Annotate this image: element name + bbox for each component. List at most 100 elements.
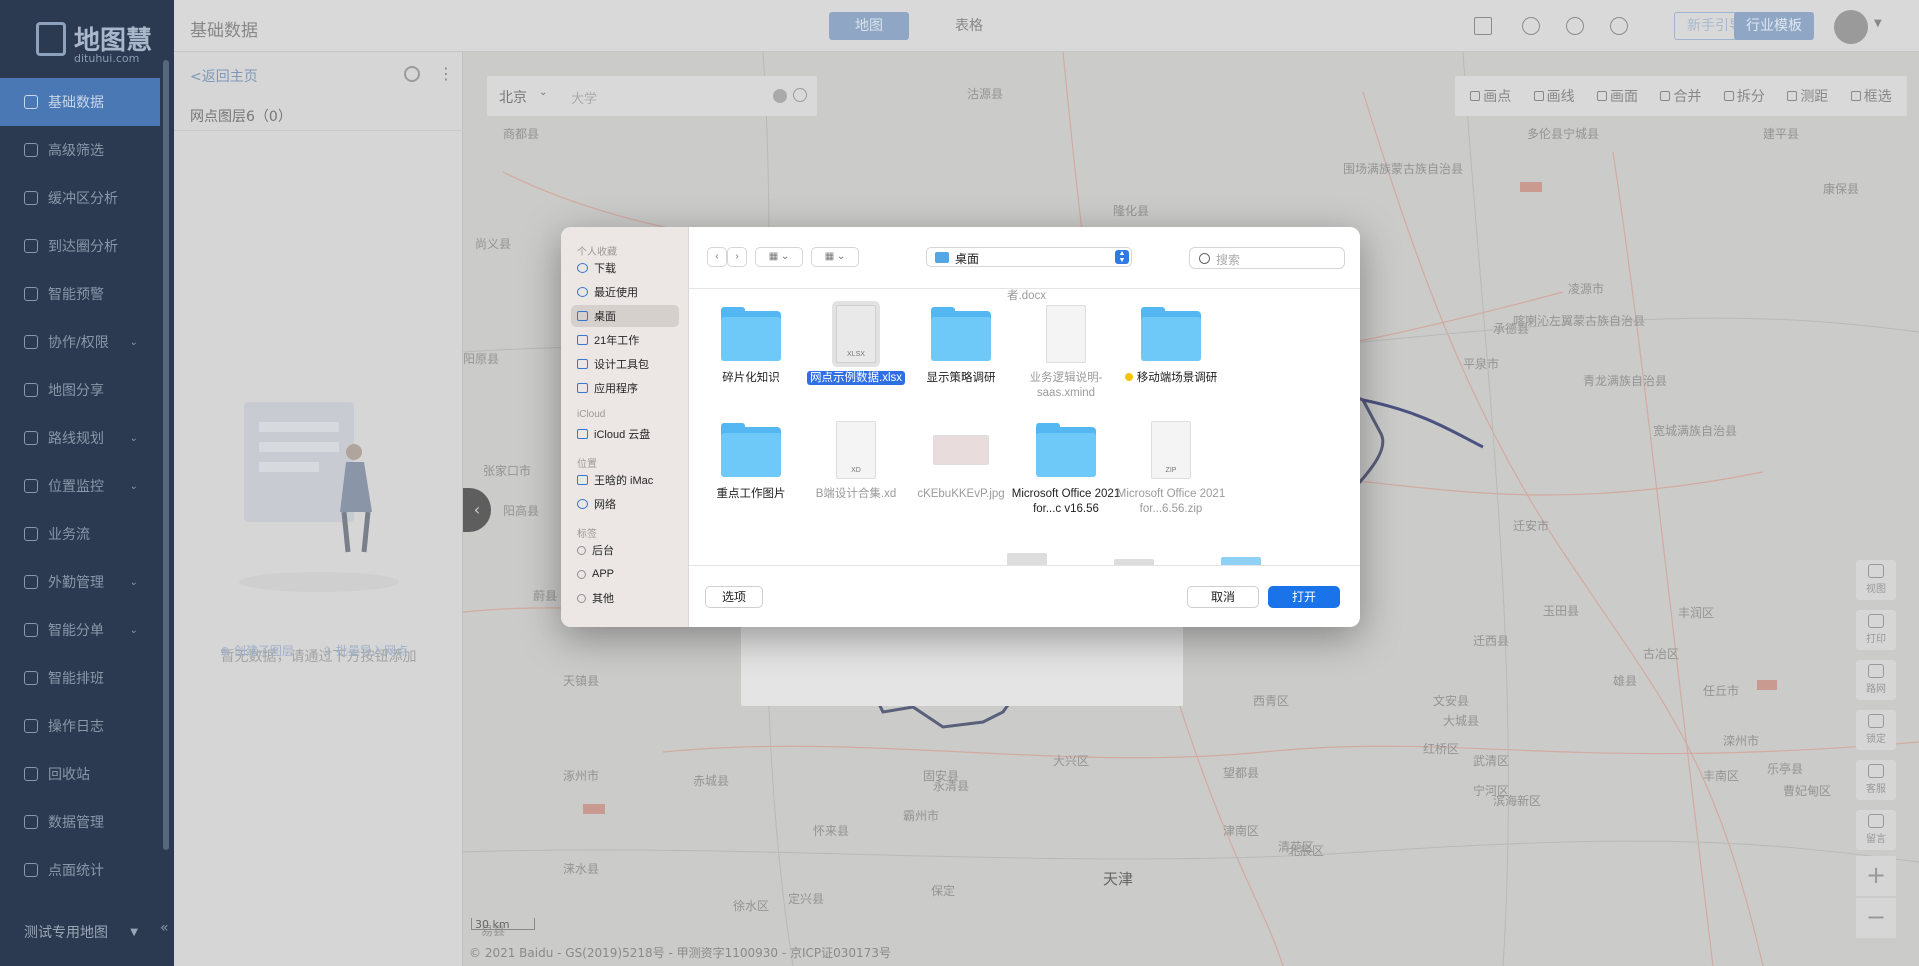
nav-item[interactable]: 到达圈分析: [0, 222, 160, 270]
view-mode-button[interactable]: ▦ ⌄: [755, 247, 803, 267]
merge-icon: [1660, 91, 1671, 101]
layer-name[interactable]: 网点图层6（0）: [190, 106, 292, 126]
file-item[interactable]: Microsoft Office 2021 for...c v16.56: [1006, 419, 1126, 517]
file-item[interactable]: 移动端场景调研: [1111, 303, 1231, 386]
tab-table[interactable]: 表格: [929, 12, 1009, 40]
sidebar-item-label: 设计工具包: [594, 359, 649, 371]
sidebar-item[interactable]: 下载: [571, 257, 679, 279]
options-button[interactable]: 选项: [705, 586, 763, 608]
back-home-link[interactable]: <返回主页: [190, 66, 258, 86]
dialog-search-field[interactable]: 搜索: [1189, 247, 1345, 269]
draw-polygon-tool[interactable]: 画面: [1597, 86, 1638, 106]
box-select-tool[interactable]: 框选: [1850, 86, 1892, 106]
nav-item[interactable]: 点面统计: [0, 846, 160, 894]
file-item[interactable]: XD B端设计合集.xd: [796, 419, 916, 502]
cancel-button[interactable]: 取消: [1187, 586, 1259, 608]
file-item[interactable]: XLSX 网点示例数据.xlsx: [796, 303, 916, 386]
palette-icon[interactable]: [404, 66, 420, 82]
map-select[interactable]: 测试专用地图 ▼: [0, 912, 160, 952]
partial-file-icon[interactable]: [1007, 553, 1047, 565]
city-select[interactable]: 北京: [499, 87, 527, 107]
tool-label: 画线: [1546, 89, 1575, 105]
nav-item[interactable]: 地图分享: [0, 366, 160, 414]
sidebar-item[interactable]: 最近使用: [571, 281, 679, 303]
nav-item[interactable]: 路线规划 ⌄: [0, 414, 160, 462]
nav-item[interactable]: 业务流: [0, 510, 160, 558]
sidebar-item[interactable]: 桌面: [571, 305, 679, 327]
nav-item[interactable]: 智能分单 ⌄: [0, 606, 160, 654]
open-button[interactable]: 打开: [1268, 586, 1340, 608]
clock-icon: [577, 287, 588, 297]
nav-item[interactable]: 缓冲区分析: [0, 174, 160, 222]
message-button[interactable]: 留言: [1856, 810, 1896, 850]
sidebar-item[interactable]: 其他: [571, 587, 679, 609]
map-place-label: 丰润区: [1678, 606, 1715, 620]
file-item[interactable]: ZIP Microsoft Office 2021 for...6.56.zip: [1111, 419, 1231, 517]
measure-tool[interactable]: 测距: [1787, 86, 1828, 106]
nav-item[interactable]: 回收站: [0, 750, 160, 798]
sidebar-item[interactable]: 后台: [571, 539, 679, 561]
nav-item[interactable]: 协作/权限 ⌄: [0, 318, 160, 366]
chevron-down-icon[interactable]: ⌄: [539, 87, 547, 98]
file-item[interactable]: 碎片化知识: [691, 303, 811, 386]
split-tool[interactable]: 拆分: [1723, 86, 1765, 106]
folder-icon: [577, 335, 588, 345]
nav-item[interactable]: 外勤管理 ⌄: [0, 558, 160, 606]
search-icon[interactable]: [793, 88, 807, 102]
help-icon[interactable]: [1566, 17, 1584, 35]
nav-item[interactable]: 智能预警: [0, 270, 160, 318]
support-button[interactable]: 客服: [1856, 760, 1896, 800]
nav-item[interactable]: 高级筛选: [0, 126, 160, 174]
file-item[interactable]: 业务逻辑说明-saas.xmind: [1006, 303, 1126, 401]
view-button[interactable]: 视图: [1856, 560, 1896, 600]
logo[interactable]: 地图慧 dituhui.com: [30, 18, 160, 65]
draw-point-tool[interactable]: 画点: [1470, 86, 1511, 106]
industry-template-button[interactable]: 行业模板: [1734, 12, 1814, 40]
zoom-out-button[interactable]: −: [1856, 898, 1896, 938]
merge-tool[interactable]: 合并: [1660, 86, 1701, 106]
headset-icon[interactable]: [1522, 17, 1540, 35]
road-network-button[interactable]: 路网: [1856, 660, 1896, 700]
nav-item-label: 外勤管理: [48, 575, 104, 591]
collapse-nav-icon[interactable]: «: [160, 920, 169, 936]
avatar[interactable]: [1834, 10, 1868, 44]
search-input[interactable]: 大学: [571, 88, 597, 107]
file-item[interactable]: 重点工作图片: [691, 419, 811, 502]
fullscreen-icon[interactable]: [1474, 17, 1492, 35]
sidebar-item[interactable]: 设计工具包: [571, 353, 679, 375]
sidebar-item[interactable]: 21年工作: [571, 329, 679, 351]
nav-item[interactable]: 位置监控 ⌄: [0, 462, 160, 510]
forward-button[interactable]: ›: [727, 247, 747, 267]
clear-icon[interactable]: [773, 89, 787, 103]
partial-file-name[interactable]: 者.docx: [1007, 289, 1046, 303]
file-item[interactable]: 显示策略调研: [901, 303, 1021, 386]
nav-item[interactable]: 基础数据: [0, 78, 160, 126]
sidebar-item[interactable]: 网络: [571, 493, 679, 515]
sidebar-item[interactable]: iCloud 云盘: [571, 423, 679, 445]
more-vertical-icon[interactable]: ⋮: [438, 64, 454, 83]
group-button[interactable]: ▦ ⌄: [811, 247, 859, 267]
path-select[interactable]: 桌面 ▲ ▼: [926, 247, 1132, 267]
zoom-in-button[interactable]: +: [1856, 856, 1896, 896]
share-icon[interactable]: [1610, 17, 1628, 35]
nav-item[interactable]: 智能排班: [0, 654, 160, 702]
sidebar-item[interactable]: 应用程序: [571, 377, 679, 399]
back-button[interactable]: ‹: [707, 247, 727, 267]
sidebar-item[interactable]: 王晗的 iMac: [571, 469, 679, 491]
sidebar-item[interactable]: APP: [571, 563, 679, 585]
sidebar-item-label: 后台: [592, 545, 614, 557]
lock-button[interactable]: 锁定: [1856, 710, 1896, 750]
map-search[interactable]: 北京 ⌄ 大学: [487, 76, 817, 116]
nav-scrollbar[interactable]: [163, 60, 169, 850]
nav-item[interactable]: 操作日志: [0, 702, 160, 750]
print-button[interactable]: 打印: [1856, 610, 1896, 650]
draw-line-tool[interactable]: 画线: [1533, 86, 1575, 106]
avatar-caret-icon[interactable]: ▼: [1874, 18, 1882, 29]
create-sublayer-link[interactable]: ⊕ 创建子图层: [220, 642, 294, 659]
tab-map[interactable]: 地图: [829, 12, 909, 40]
file-item[interactable]: cKEbuKKEvP.jpg: [901, 419, 1021, 502]
nav-item[interactable]: 数据管理: [0, 798, 160, 846]
map-place-label: 津南区: [1223, 824, 1260, 838]
batch-import-link[interactable]: ⇪ 批量导入网点: [322, 642, 408, 659]
partial-file-icon[interactable]: [1221, 557, 1261, 565]
